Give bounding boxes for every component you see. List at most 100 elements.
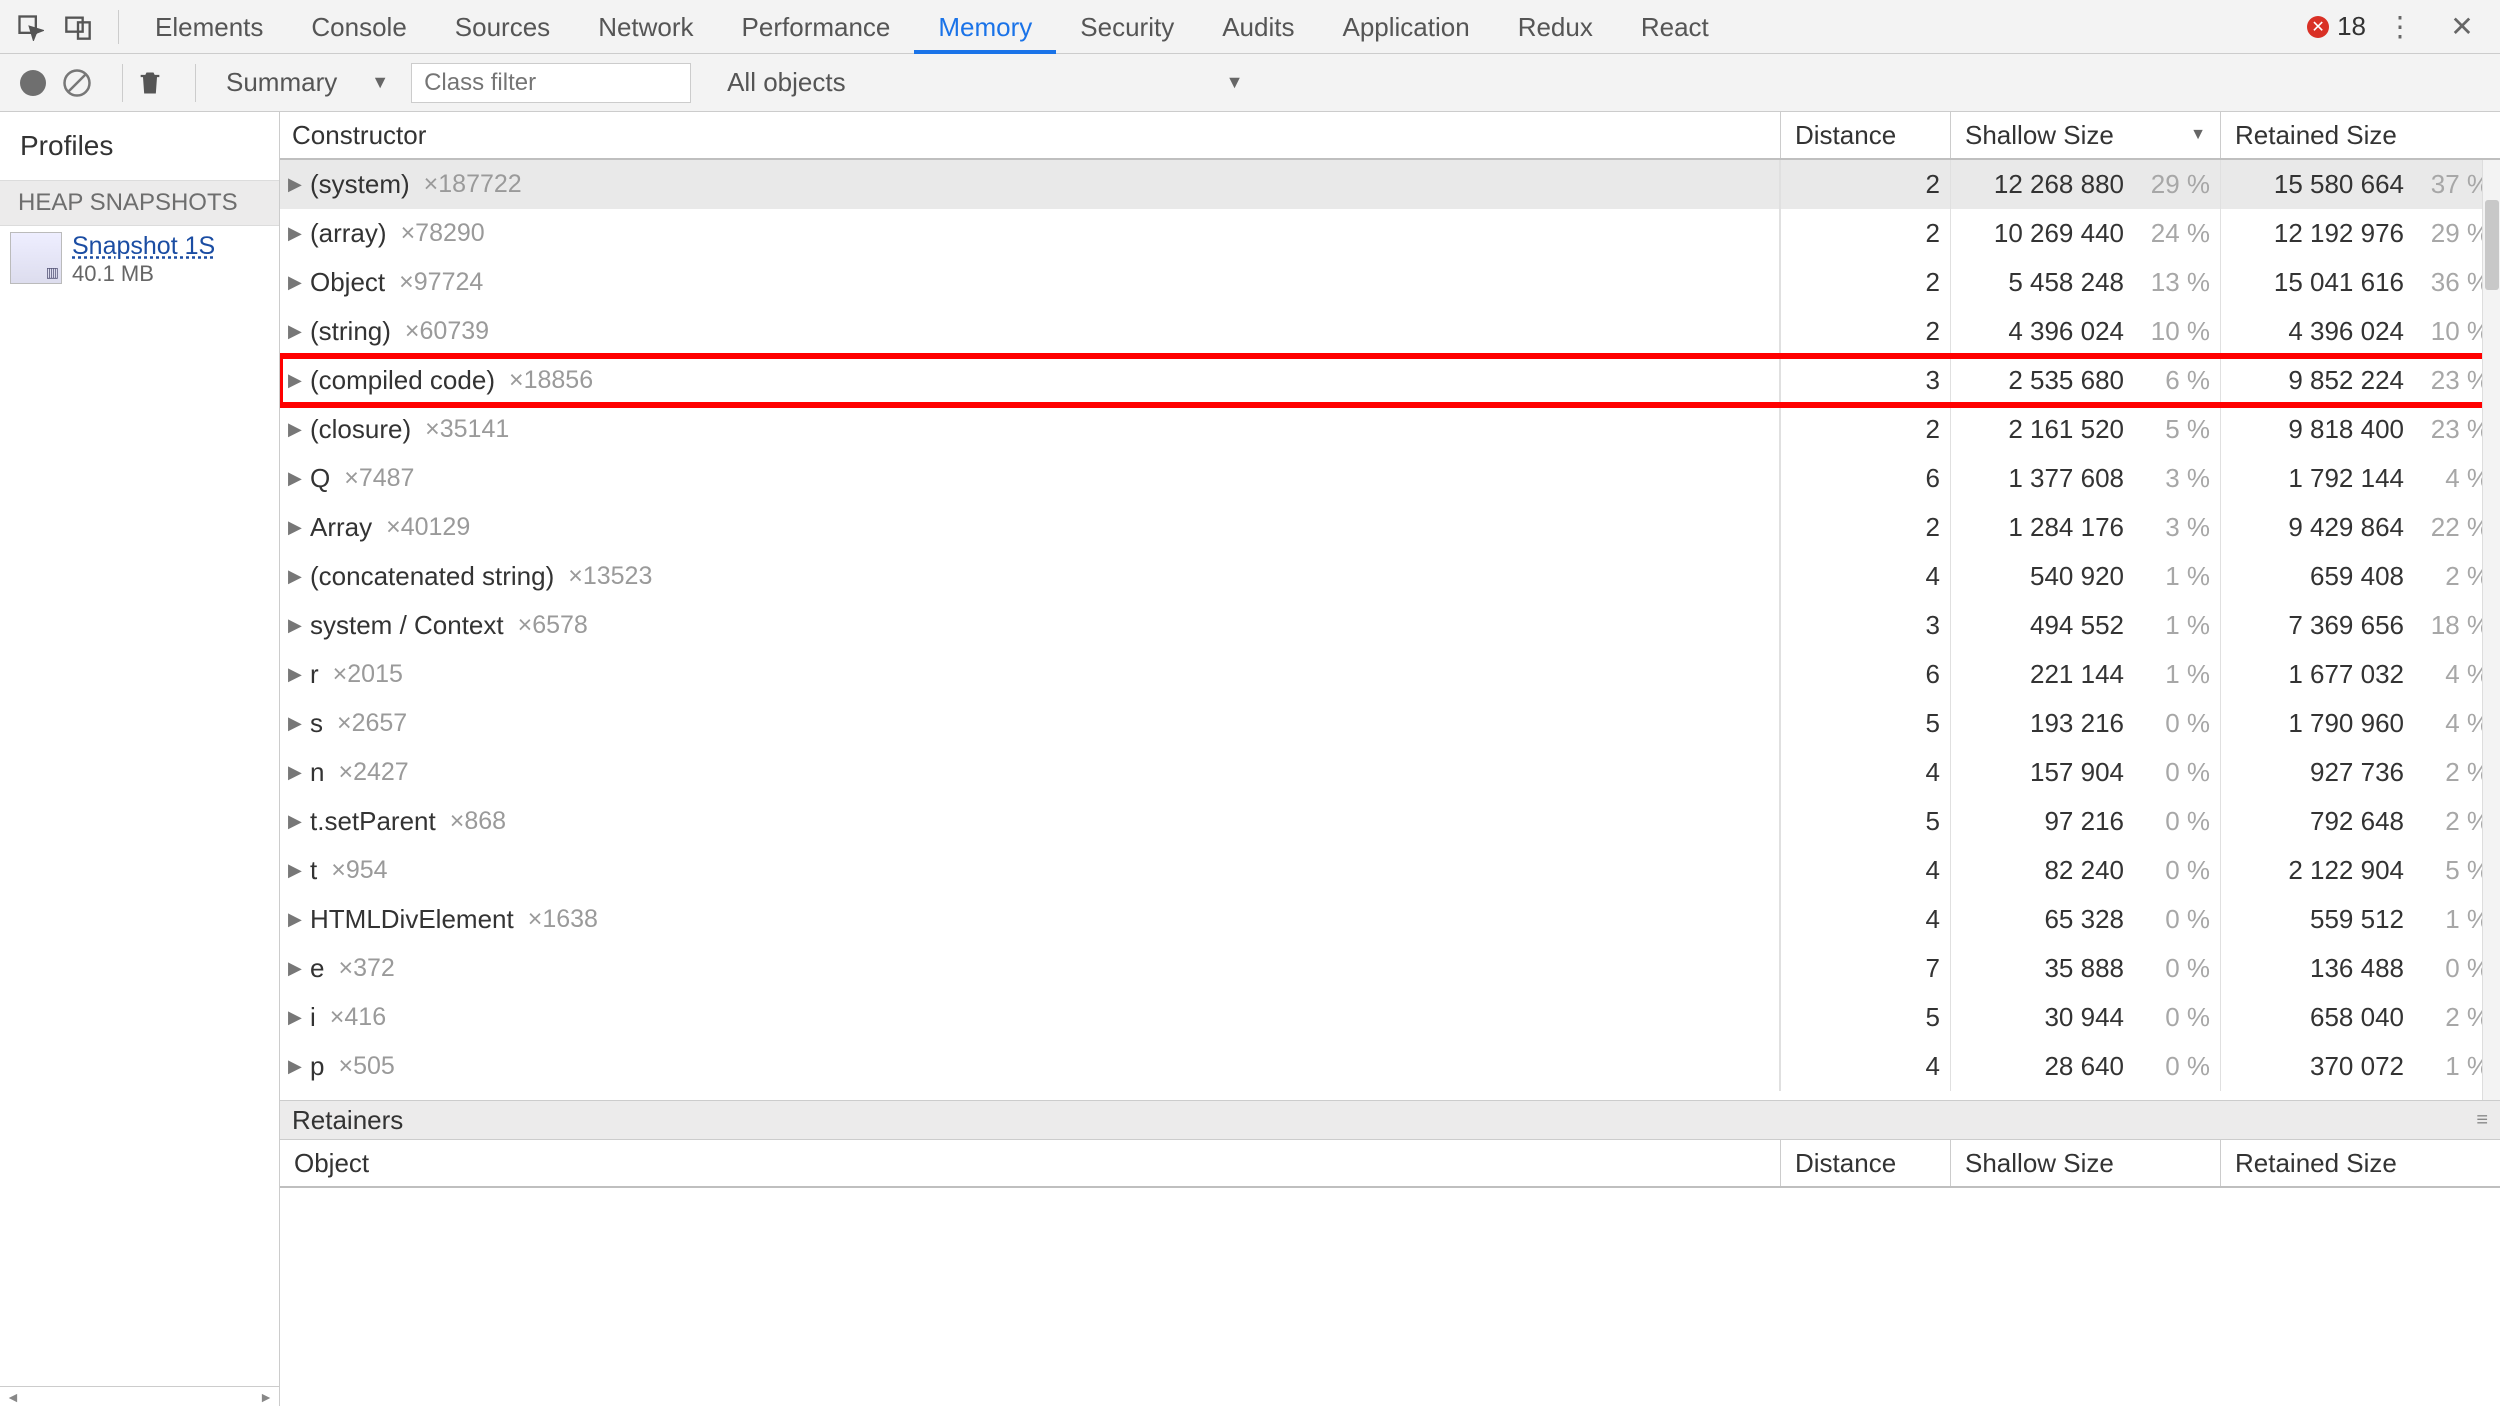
table-row[interactable]: ▶n×24274157 9040 %927 7362 % <box>280 748 2500 797</box>
expand-icon[interactable]: ▶ <box>288 811 306 832</box>
expand-icon[interactable]: ▶ <box>288 958 306 979</box>
table-row[interactable]: ▶(concatenated string)×135234540 9201 %6… <box>280 552 2500 601</box>
expand-icon[interactable]: ▶ <box>288 664 306 685</box>
heap-snapshots-header: HEAP SNAPSHOTS <box>0 180 279 226</box>
record-icon[interactable] <box>20 70 46 96</box>
expand-icon[interactable]: ▶ <box>288 321 306 342</box>
constructor-name: (string) <box>310 316 391 347</box>
snapshot-icon: ▥ <box>10 232 62 284</box>
table-row[interactable]: ▶Array×4012921 284 1763 %9 429 86422 % <box>280 503 2500 552</box>
expand-icon[interactable]: ▶ <box>288 223 306 244</box>
tab-network[interactable]: Network <box>574 0 717 54</box>
col-constructor[interactable]: Constructor <box>280 112 1780 158</box>
expand-icon[interactable]: ▶ <box>288 1056 306 1077</box>
close-devtools-icon[interactable]: ✕ <box>2442 7 2482 47</box>
col-object[interactable]: Object <box>280 1140 1780 1186</box>
expand-icon[interactable]: ▶ <box>288 272 306 293</box>
expand-icon[interactable]: ▶ <box>288 370 306 391</box>
snapshot-item[interactable]: ▥ Snapshot 1S 40.1 MB <box>0 226 279 293</box>
scrollbar-thumb[interactable] <box>2485 200 2499 290</box>
table-row[interactable]: ▶(system)×187722212 268 88029 %15 580 66… <box>280 160 2500 209</box>
table-row[interactable]: ▶r×20156221 1441 %1 677 0324 % <box>280 650 2500 699</box>
separator <box>118 10 119 44</box>
tab-application[interactable]: Application <box>1318 0 1493 54</box>
col-shallow-size[interactable]: Shallow Size▼ <box>1950 112 2220 158</box>
error-icon: ✕ <box>2307 16 2329 38</box>
table-row[interactable]: ▶(compiled code)×1885632 535 6806 %9 852… <box>280 356 2500 405</box>
table-row[interactable]: ▶Q×748761 377 6083 %1 792 1444 % <box>280 454 2500 503</box>
tab-security[interactable]: Security <box>1056 0 1198 54</box>
table-row[interactable]: ▶Object×9772425 458 24813 %15 041 61636 … <box>280 258 2500 307</box>
inspect-element-icon[interactable] <box>10 7 50 47</box>
error-count: 18 <box>2337 11 2366 42</box>
instance-count: ×2427 <box>338 758 408 787</box>
constructor-name: Array <box>310 512 372 543</box>
col-distance[interactable]: Distance <box>1780 112 1950 158</box>
tab-elements[interactable]: Elements <box>131 0 287 54</box>
drawer-icon[interactable]: ≡ <box>2476 1109 2488 1132</box>
tab-sources[interactable]: Sources <box>431 0 574 54</box>
all-objects-dropdown[interactable]: All objects ▼ <box>709 54 1261 112</box>
summary-dropdown[interactable]: Summary ▼ <box>204 54 411 112</box>
table-row[interactable]: ▶t×954482 2400 %2 122 9045 % <box>280 846 2500 895</box>
col-retained[interactable]: Retained Size <box>2220 1140 2500 1186</box>
retainers-header[interactable]: Retainers ≡ <box>280 1100 2500 1140</box>
table-row[interactable]: ▶s×26575193 2160 %1 790 9604 % <box>280 699 2500 748</box>
shallow-size-value: 30 9440 % <box>1950 993 2220 1042</box>
retained-size-value: 4 396 02410 % <box>2220 307 2500 356</box>
expand-icon[interactable]: ▶ <box>288 419 306 440</box>
trash-icon[interactable] <box>131 69 169 97</box>
table-row[interactable]: ▶HTMLDivElement×1638465 3280 %559 5121 % <box>280 895 2500 944</box>
expand-icon[interactable]: ▶ <box>288 566 306 587</box>
retained-size-value: 792 6482 % <box>2220 797 2500 846</box>
constructor-name: (closure) <box>310 414 411 445</box>
expand-icon[interactable]: ▶ <box>288 860 306 881</box>
tab-console[interactable]: Console <box>287 0 430 54</box>
distance-value: 5 <box>1780 797 1950 846</box>
tab-performance[interactable]: Performance <box>718 0 915 54</box>
col-retained-size[interactable]: Retained Size <box>2220 112 2500 158</box>
expand-icon[interactable]: ▶ <box>288 517 306 538</box>
expand-icon[interactable]: ▶ <box>288 615 306 636</box>
error-badge[interactable]: ✕ 18 <box>2307 11 2366 42</box>
shallow-size-value: 2 535 6806 % <box>1950 356 2220 405</box>
tab-audits[interactable]: Audits <box>1198 0 1318 54</box>
scroll-right-icon[interactable]: ► <box>253 1389 279 1405</box>
retained-size-value: 370 0721 % <box>2220 1042 2500 1091</box>
grid-header: Constructor Distance Shallow Size▼ Retai… <box>280 112 2500 160</box>
distance-value: 2 <box>1780 503 1950 552</box>
table-row[interactable]: ▶i×416530 9440 %658 0402 % <box>280 993 2500 1042</box>
instance-count: ×6578 <box>518 611 588 640</box>
table-row[interactable]: ▶p×505428 6400 %370 0721 % <box>280 1042 2500 1091</box>
kebab-menu-icon[interactable]: ⋮ <box>2380 7 2420 47</box>
table-row[interactable]: ▶system / Context×65783494 5521 %7 369 6… <box>280 601 2500 650</box>
rows-viewport[interactable]: ▶(system)×187722212 268 88029 %15 580 66… <box>280 160 2500 1100</box>
expand-icon[interactable]: ▶ <box>288 909 306 930</box>
table-row[interactable]: ▶t.setParent×868597 2160 %792 6482 % <box>280 797 2500 846</box>
clear-icon[interactable] <box>58 68 96 98</box>
tab-react[interactable]: React <box>1617 0 1733 54</box>
instance-count: ×416 <box>330 1003 386 1032</box>
col-shallow[interactable]: Shallow Size <box>1950 1140 2220 1186</box>
constructor-name: (concatenated string) <box>310 561 554 592</box>
table-row[interactable]: ▶(closure)×3514122 161 5205 %9 818 40023… <box>280 405 2500 454</box>
instance-count: ×97724 <box>399 268 483 297</box>
retained-size-value: 1 677 0324 % <box>2220 650 2500 699</box>
class-filter-input[interactable] <box>411 63 691 103</box>
col-distance[interactable]: Distance <box>1780 1140 1950 1186</box>
tab-redux[interactable]: Redux <box>1494 0 1617 54</box>
expand-icon[interactable]: ▶ <box>288 174 306 195</box>
table-row[interactable]: ▶(string)×6073924 396 02410 %4 396 02410… <box>280 307 2500 356</box>
scrollbar[interactable] <box>2482 160 2500 1100</box>
scroll-left-icon[interactable]: ◄ <box>0 1389 26 1405</box>
expand-icon[interactable]: ▶ <box>288 468 306 489</box>
tab-memory[interactable]: Memory <box>914 0 1056 54</box>
expand-icon[interactable]: ▶ <box>288 1007 306 1028</box>
expand-icon[interactable]: ▶ <box>288 762 306 783</box>
shallow-size-value: 65 3280 % <box>1950 895 2220 944</box>
table-row[interactable]: ▶(array)×78290210 269 44024 %12 192 9762… <box>280 209 2500 258</box>
device-toggle-icon[interactable] <box>58 7 98 47</box>
expand-icon[interactable]: ▶ <box>288 713 306 734</box>
distance-value: 6 <box>1780 650 1950 699</box>
table-row[interactable]: ▶e×372735 8880 %136 4880 % <box>280 944 2500 993</box>
